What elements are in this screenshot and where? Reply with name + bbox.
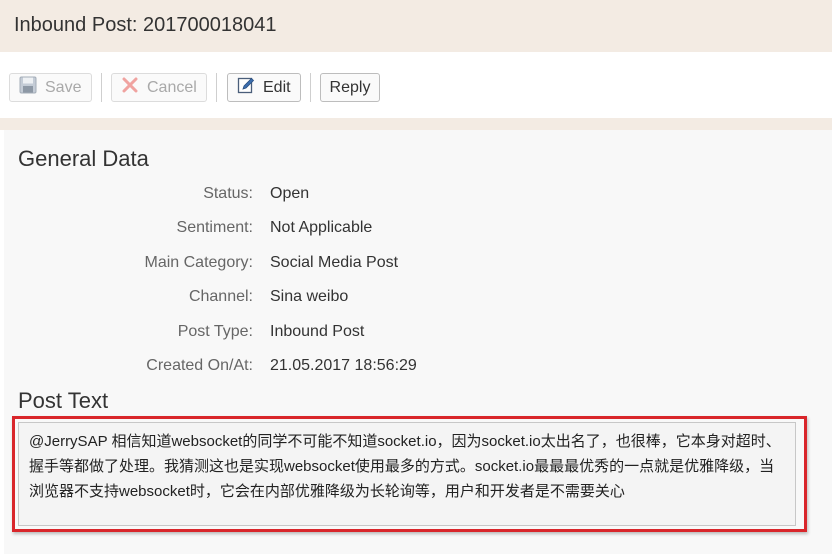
reply-button-label: Reply [329, 78, 371, 96]
toolbar-separator [310, 73, 311, 102]
cancel-button[interactable]: Cancel [111, 73, 207, 102]
edit-button-label: Edit [263, 78, 291, 96]
cancel-button-label: Cancel [147, 78, 197, 96]
page-title: Inbound Post: 201700018041 [14, 14, 277, 36]
save-button-label: Save [45, 78, 82, 96]
sentiment-label: Sentiment: [176, 219, 253, 236]
toolbar: Save Cancel Edit Reply [0, 52, 832, 118]
post-text-title: Post Text [18, 388, 109, 413]
created-on-value: 21.05.2017 18:56:29 [270, 357, 417, 374]
created-on-label: Created On/At: [146, 357, 253, 374]
status-label: Status: [203, 185, 253, 202]
channel-value: Sina weibo [270, 288, 349, 305]
reply-button[interactable]: Reply [320, 73, 380, 102]
channel-label: Channel: [188, 288, 253, 305]
toolbar-separator [216, 73, 217, 102]
title-bar: Inbound Post: 201700018041 [0, 0, 832, 52]
general-data-title: General Data [18, 146, 149, 171]
main-category-value: Social Media Post [270, 254, 399, 271]
status-value: Open [270, 185, 310, 202]
post-type-label: Post Type: [177, 323, 253, 340]
toolbar-separator [101, 73, 102, 102]
edit-pencil-icon [237, 76, 255, 99]
post-type-value: Inbound Post [270, 323, 365, 340]
section-divider [0, 118, 832, 130]
floppy-disk-icon [19, 76, 37, 99]
edit-button[interactable]: Edit [227, 73, 301, 102]
post-text-content[interactable]: @JerrySAP 相信知道websocket的同学不可能不知道socket.i… [18, 422, 796, 526]
close-icon [121, 76, 139, 99]
save-button[interactable]: Save [9, 73, 92, 102]
sentiment-value: Not Applicable [270, 219, 373, 236]
main-category-label: Main Category: [144, 254, 254, 271]
